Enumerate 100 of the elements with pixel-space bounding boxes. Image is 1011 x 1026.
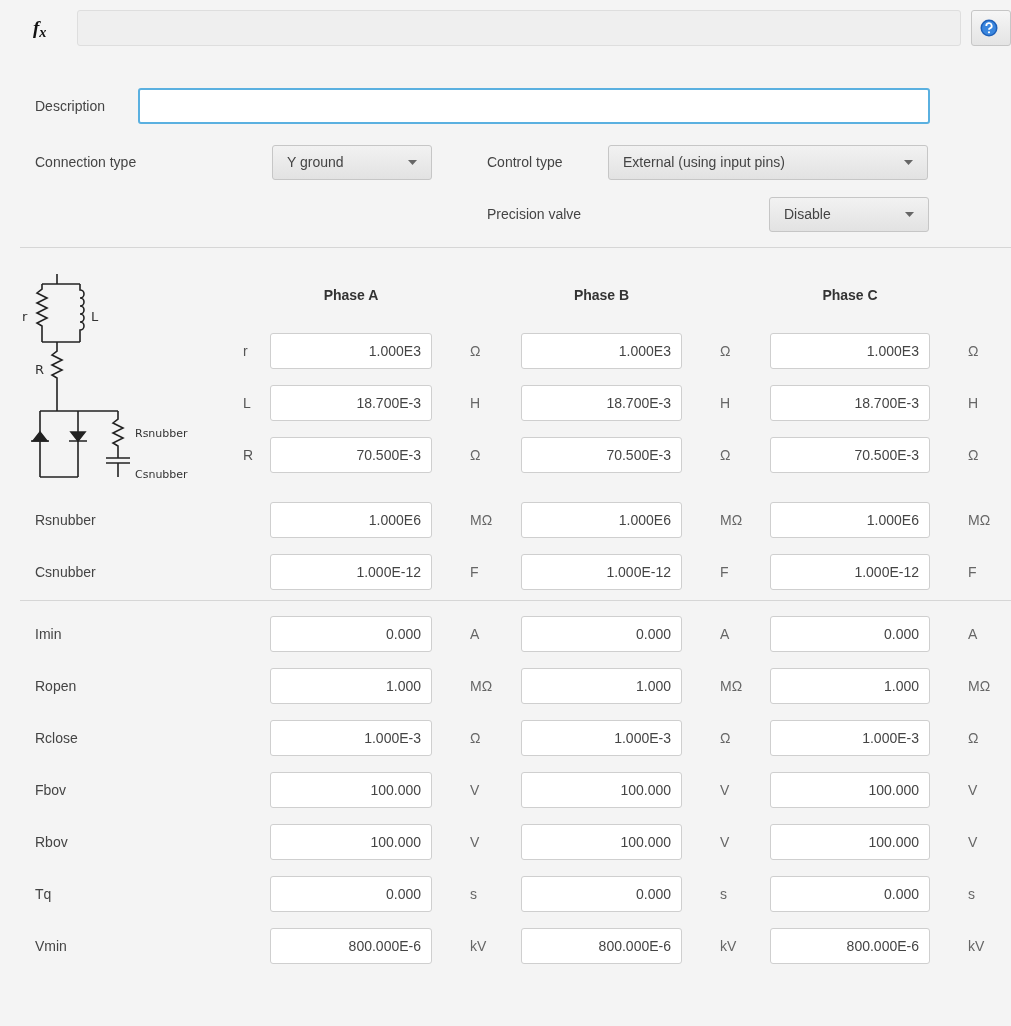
- parameter-label: R: [242, 446, 254, 463]
- phase-header: Phase B: [573, 287, 630, 303]
- parameter-label: Csnubber: [34, 563, 96, 580]
- dropdown[interactable]: External (using input pins): [608, 144, 928, 180]
- value-field[interactable]: 0.000: [270, 876, 432, 912]
- unit-label: MΩ: [470, 511, 493, 528]
- parameter-label: r: [242, 342, 248, 359]
- unit-label: H: [470, 394, 481, 411]
- value-field[interactable]: 800.000E-6: [770, 928, 930, 964]
- unit-label: kV: [720, 937, 737, 954]
- unit-label: Ω: [470, 446, 481, 463]
- value-field[interactable]: 0.000: [521, 616, 682, 652]
- value-field[interactable]: 1.000: [770, 668, 930, 704]
- unit-label: H: [968, 394, 979, 411]
- caret-icon: [408, 159, 417, 165]
- value-field[interactable]: 1.000E-3: [521, 720, 682, 756]
- unit-label: H: [720, 394, 731, 411]
- unit-label: V: [470, 781, 480, 798]
- value-field[interactable]: 1.000E-3: [770, 720, 930, 756]
- unit-label: A: [720, 625, 730, 642]
- unit-label: s: [720, 885, 727, 902]
- value-field[interactable]: 0.000: [270, 616, 432, 652]
- diagram-label: Csnubber: [135, 468, 188, 481]
- value-field[interactable]: 100.000: [770, 824, 930, 860]
- unit-label: Ω: [968, 342, 979, 359]
- unit-label: A: [470, 625, 480, 642]
- value-field[interactable]: 1.000E3: [270, 333, 432, 369]
- value-field[interactable]: 18.700E-3: [270, 385, 432, 421]
- value-field[interactable]: 70.500E-3: [270, 437, 432, 473]
- unit-label: F: [720, 563, 729, 580]
- value-field[interactable]: 1.000: [521, 668, 682, 704]
- value-field[interactable]: 0.000: [770, 876, 930, 912]
- value-field[interactable]: 1.000E6: [521, 502, 682, 538]
- parameter-label: L: [242, 394, 251, 411]
- value-field[interactable]: 1.000E-12: [270, 554, 432, 590]
- parameter-label: Rsnubber: [34, 511, 96, 528]
- parameter-label: Vmin: [34, 937, 67, 954]
- unit-label: F: [470, 563, 479, 580]
- unit-label: V: [720, 833, 730, 850]
- unit-label: MΩ: [720, 511, 743, 528]
- description-label: Description: [35, 96, 107, 116]
- unit-label: V: [720, 781, 730, 798]
- value-field[interactable]: 800.000E-6: [521, 928, 682, 964]
- unit-label: A: [968, 625, 978, 642]
- unit-label: V: [968, 781, 978, 798]
- phase-header: Phase C: [822, 287, 878, 303]
- value-field[interactable]: 1.000E-3: [270, 720, 432, 756]
- value-field[interactable]: 1.000E6: [270, 502, 432, 538]
- unit-label: Ω: [470, 342, 481, 359]
- dropdown[interactable]: Disable: [769, 196, 929, 232]
- diagram-label: L: [91, 309, 99, 324]
- field-label: Connection type: [35, 152, 138, 172]
- parameter-label: Rclose: [34, 729, 78, 746]
- value-field[interactable]: 1.000E6: [770, 502, 930, 538]
- value-field[interactable]: 100.000: [521, 772, 682, 808]
- unit-label: s: [968, 885, 975, 902]
- value-field[interactable]: 18.700E-3: [770, 385, 930, 421]
- diagram-label: R: [35, 362, 45, 377]
- description-field[interactable]: [138, 88, 930, 124]
- diagram-label: Rsnubber: [135, 427, 188, 440]
- diagram-label: r: [22, 309, 28, 324]
- formula-label: f$_{x}$: [33, 15, 48, 43]
- unit-label: V: [470, 833, 480, 850]
- parameter-label: Rbov: [34, 833, 68, 850]
- unit-label: Ω: [720, 446, 731, 463]
- field-label: Precision valve: [487, 204, 583, 224]
- dropdown[interactable]: Y ground: [272, 144, 432, 180]
- field-label: Control type: [487, 152, 564, 172]
- unit-label: kV: [470, 937, 487, 954]
- value-field[interactable]: 0.000: [770, 616, 930, 652]
- unit-label: MΩ: [968, 511, 991, 528]
- help-icon: [980, 19, 998, 37]
- unit-label: Ω: [470, 729, 481, 746]
- value-field[interactable]: 1.000: [270, 668, 432, 704]
- value-field[interactable]: 1.000E-12: [521, 554, 682, 590]
- unit-label: s: [470, 885, 477, 902]
- phase-header: Phase A: [323, 287, 379, 303]
- value-field[interactable]: 1.000E3: [521, 333, 682, 369]
- value-field[interactable]: 70.500E-3: [521, 437, 682, 473]
- value-field[interactable]: 100.000: [270, 824, 432, 860]
- value-field[interactable]: 1.000E3: [770, 333, 930, 369]
- unit-label: V: [968, 833, 978, 850]
- value-field[interactable]: 100.000: [270, 772, 432, 808]
- value-field[interactable]: 100.000: [521, 824, 682, 860]
- help-button[interactable]: [971, 10, 1011, 46]
- value-field[interactable]: 0.000: [521, 876, 682, 912]
- unit-label: kV: [968, 937, 985, 954]
- value-field[interactable]: 1.000E-12: [770, 554, 930, 590]
- unit-label: MΩ: [968, 677, 991, 694]
- parameter-label: Tq: [34, 885, 52, 902]
- unit-label: Ω: [968, 446, 979, 463]
- value-field[interactable]: 800.000E-6: [270, 928, 432, 964]
- unit-label: F: [968, 563, 977, 580]
- unit-label: MΩ: [470, 677, 493, 694]
- value-field[interactable]: 70.500E-3: [770, 437, 930, 473]
- unit-label: Ω: [968, 729, 979, 746]
- caret-icon: [904, 159, 913, 165]
- value-field[interactable]: 18.700E-3: [521, 385, 682, 421]
- unit-label: Ω: [720, 342, 731, 359]
- value-field[interactable]: 100.000: [770, 772, 930, 808]
